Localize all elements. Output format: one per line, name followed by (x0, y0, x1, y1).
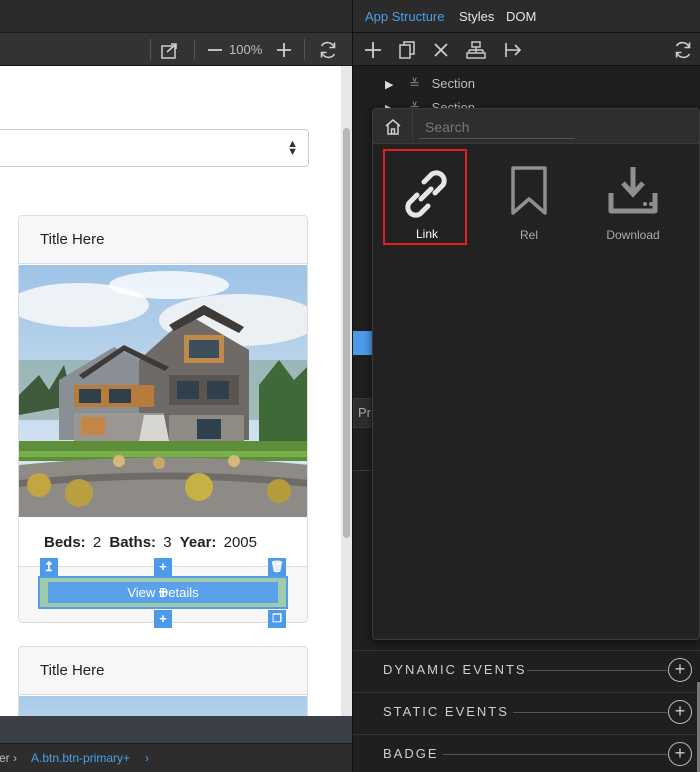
property-card: Title Here (18, 646, 308, 716)
copy-icon[interactable] (395, 33, 419, 66)
design-area: 100% ▲ ▼ Title Here Beds: 2 Baths: 3 Yea… (0, 0, 352, 772)
add-dynamic-event-icon[interactable]: + (668, 658, 692, 682)
picker-item-rel[interactable]: Rel (487, 151, 571, 247)
wrap-icon[interactable] (501, 33, 525, 66)
panel-tabs: App Structure Styles DOM (353, 0, 700, 33)
baths-value: 3 (163, 534, 172, 551)
expand-arrow-icon[interactable]: ▶ (385, 79, 393, 91)
picker-item-link[interactable]: Link (383, 149, 467, 245)
move-up-icon[interactable]: ↥ (40, 558, 58, 576)
property-facts: Beds: 2 Baths: 3 Year: 2005 (44, 534, 257, 551)
breadcrumb-separator: › (145, 751, 149, 765)
download-icon (608, 167, 658, 214)
card-title: Title Here (19, 216, 307, 264)
refresh-icon[interactable] (314, 33, 342, 66)
attribute-picker-popup: Link Rel Download (372, 108, 700, 640)
beds-label: Beds: (44, 534, 86, 551)
house-photo (19, 696, 307, 716)
picker-item-download[interactable]: Download (591, 151, 675, 247)
home-icon[interactable] (373, 109, 413, 144)
zoom-out-icon[interactable] (203, 33, 227, 66)
tab-dom[interactable]: DOM (506, 0, 536, 34)
duplicate-icon[interactable]: ❐ (268, 610, 286, 628)
toolbar-divider (194, 39, 195, 60)
delete-icon[interactable]: 🗑 (268, 558, 286, 576)
canvas-toolbar: 100% (0, 33, 352, 66)
select-dropdown[interactable]: ▲ ▼ (0, 129, 309, 167)
add-static-event-icon[interactable]: + (668, 700, 692, 724)
breadcrumb-current[interactable]: A.btn.btn-primary+ (31, 744, 130, 772)
picker-item-label: Link (415, 227, 438, 241)
page-canvas[interactable]: ▲ ▼ Title Here Beds: 2 Baths: 3 Year: 20… (0, 66, 341, 716)
section-icon: ≚ (409, 76, 420, 91)
beds-value: 2 (92, 534, 102, 551)
zoom-level: 100% (229, 42, 263, 57)
picker-item-label: Download (606, 228, 660, 242)
panel-divider (353, 470, 373, 471)
breadcrumb-separator: › (13, 751, 17, 765)
props-tab-label: Pr (358, 405, 371, 420)
canvas-bottom-strip (0, 716, 352, 743)
tree-item-section[interactable]: ▶ ≚ Section (385, 76, 475, 92)
section-divider (353, 650, 700, 651)
canvas-scrollbar-thumb[interactable] (343, 128, 350, 538)
close-icon[interactable] (429, 33, 453, 66)
section-rule (443, 754, 667, 755)
add-inside-icon[interactable]: + (154, 584, 172, 602)
refresh-icon[interactable] (669, 33, 697, 66)
select-caret-icon: ▲ ▼ (287, 138, 298, 158)
year-label: Year: (179, 534, 217, 551)
section-dynamic-events[interactable]: DYNAMIC EVENTS (383, 662, 527, 677)
section-divider (353, 734, 700, 735)
breadcrumb-prev[interactable]: er (0, 744, 10, 772)
toolbar-divider (150, 39, 151, 60)
section-static-events[interactable]: STATIC EVENTS (383, 704, 509, 719)
section-rule (513, 712, 667, 713)
add-badge-icon[interactable]: + (668, 742, 692, 766)
baths-label: Baths: (109, 534, 157, 551)
tab-styles[interactable]: Styles (459, 0, 494, 34)
toolbar-divider (304, 39, 305, 60)
picker-header (373, 109, 699, 144)
tree-item-label: Section (431, 76, 475, 91)
link-icon (405, 170, 447, 218)
selected-tree-marker (353, 331, 373, 355)
top-bar (0, 0, 352, 33)
structure-toolbar (353, 33, 700, 66)
share-icon[interactable] (156, 33, 186, 66)
picker-item-label: Rel (519, 228, 538, 242)
tab-app-structure[interactable]: App Structure (365, 0, 445, 34)
structure-icon[interactable] (463, 33, 489, 66)
picker-search-input[interactable] (419, 115, 575, 139)
add-icon[interactable] (361, 33, 385, 66)
section-badge[interactable]: BADGE (383, 746, 439, 761)
bookmark-icon (511, 166, 547, 215)
card-title: Title Here (19, 647, 307, 695)
house-photo (19, 265, 307, 517)
breadcrumb: er › A.btn.btn-primary+ › (0, 743, 352, 772)
zoom-in-icon[interactable] (272, 33, 296, 66)
year-value: 2005 (223, 534, 257, 551)
section-rule (527, 670, 667, 671)
section-divider (353, 692, 700, 693)
add-before-icon[interactable]: + (154, 558, 172, 576)
add-after-icon[interactable]: + (154, 610, 172, 628)
